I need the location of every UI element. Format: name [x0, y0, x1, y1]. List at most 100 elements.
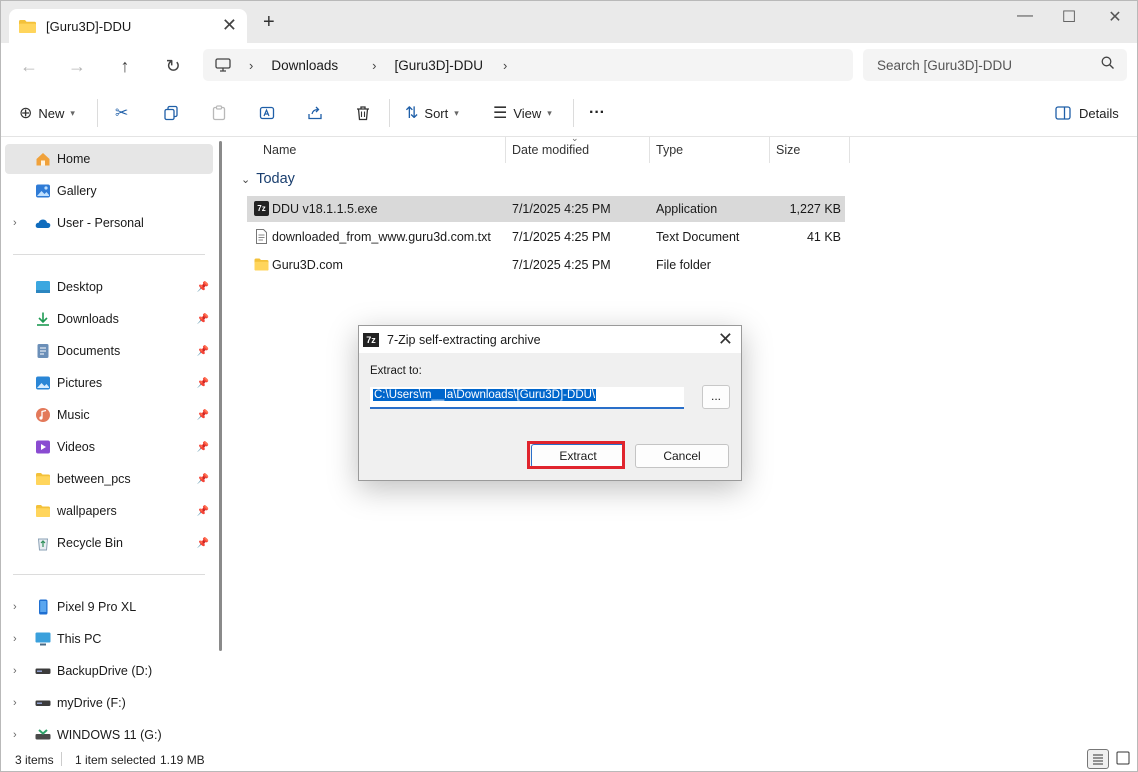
divider: [389, 99, 390, 127]
sidebar-item-between-pcs[interactable]: between_pcs 📌: [5, 464, 213, 494]
sidebar-item-pictures[interactable]: Pictures 📌: [5, 368, 213, 398]
7zip-extract-dialog: 7z 7-Zip self-extracting archive ✕ Extra…: [358, 325, 742, 481]
sidebar-item-onedrive[interactable]: › User - Personal: [5, 208, 213, 238]
pin-icon[interactable]: 📌: [197, 506, 209, 517]
new-button[interactable]: ⊕ New ▾: [19, 101, 75, 125]
pin-icon[interactable]: 📌: [197, 314, 209, 325]
rename-button[interactable]: [259, 101, 275, 125]
pin-icon[interactable]: 📌: [197, 474, 209, 485]
address-bar[interactable]: › Downloads › [Guru3D]-DDU ›: [203, 49, 853, 81]
details-pane-button[interactable]: Details: [1055, 101, 1119, 125]
cut-button[interactable]: ✂: [115, 101, 134, 125]
close-window-button[interactable]: ✕: [1095, 7, 1135, 27]
sidebar-item-windows11[interactable]: › WINDOWS 11 (G:): [5, 720, 213, 750]
extract-to-label: Extract to:: [370, 365, 422, 377]
minimize-button[interactable]: —: [1005, 7, 1045, 25]
divider: [61, 752, 62, 766]
file-date: 7/1/2025 4:25 PM: [512, 258, 611, 272]
home-icon: [36, 153, 50, 166]
paste-button[interactable]: [211, 101, 227, 125]
search-input[interactable]: Search [Guru3D]-DDU: [863, 49, 1127, 81]
refresh-icon[interactable]: ↻: [159, 53, 187, 79]
column-divider[interactable]: [769, 137, 770, 163]
column-divider[interactable]: [849, 137, 850, 163]
pin-icon[interactable]: 📌: [197, 410, 209, 421]
trash-icon: [357, 106, 369, 121]
sidebar-item-label: wallpapers: [57, 504, 117, 518]
maximize-button[interactable]: ☐: [1049, 7, 1089, 27]
sidebar-item-mydrive[interactable]: › myDrive (F:): [5, 688, 213, 718]
dialog-title-bar[interactable]: 7z 7-Zip self-extracting archive ✕: [359, 326, 741, 353]
sidebar-item-downloads[interactable]: Downloads 📌: [5, 304, 213, 334]
selected-count: 1 item selected: [75, 753, 156, 767]
column-header-type[interactable]: Type: [656, 137, 683, 163]
file-type: Text Document: [656, 230, 740, 244]
chevron-right-icon[interactable]: ›: [13, 633, 17, 645]
file-row[interactable]: downloaded_from_www.guru3d.com.txt 7/1/2…: [247, 224, 845, 250]
tab-close-icon[interactable]: ✕: [222, 15, 237, 36]
list-view-icon: [1093, 754, 1103, 765]
pin-icon[interactable]: 📌: [197, 378, 209, 389]
pin-icon[interactable]: 📌: [197, 346, 209, 357]
computer-icon: [35, 632, 51, 646]
extract-path-input[interactable]: C:\Users\m__la\Downloads\[Guru3D]-DDU\: [370, 387, 684, 409]
column-header-name[interactable]: Name: [263, 137, 296, 163]
chevron-right-icon[interactable]: ›: [13, 665, 17, 677]
sidebar-item-videos[interactable]: Videos 📌: [5, 432, 213, 462]
sidebar-item-label: Recycle Bin: [57, 536, 123, 550]
pin-icon[interactable]: 📌: [197, 282, 209, 293]
sidebar-item-documents[interactable]: Documents 📌: [5, 336, 213, 366]
file-row[interactable]: Guru3D.com 7/1/2025 4:25 PM File folder: [247, 252, 845, 278]
chevron-down-icon: ▾: [70, 107, 75, 118]
cancel-button[interactable]: Cancel: [635, 444, 729, 468]
column-divider[interactable]: [505, 137, 506, 163]
pin-icon[interactable]: 📌: [197, 538, 209, 549]
breadcrumb-downloads[interactable]: Downloads: [271, 58, 338, 73]
back-arrow-icon[interactable]: ←: [15, 53, 43, 79]
tiles-view-button[interactable]: [1113, 749, 1135, 769]
delete-button[interactable]: [355, 101, 371, 125]
chevron-right-icon[interactable]: ›: [13, 729, 17, 741]
sidebar-item-home[interactable]: Home: [5, 144, 213, 174]
column-divider[interactable]: [649, 137, 650, 163]
chevron-right-icon[interactable]: ›: [13, 697, 17, 709]
text-file-icon: [256, 229, 267, 244]
desktop-icon: [36, 281, 50, 293]
share-button[interactable]: [307, 101, 323, 125]
details-label: Details: [1079, 105, 1119, 121]
sidebar-item-this-pc[interactable]: › This PC: [5, 624, 213, 654]
details-view-button[interactable]: [1087, 749, 1109, 769]
sidebar-item-wallpapers[interactable]: wallpapers 📌: [5, 496, 213, 526]
more-options-button[interactable]: ···: [589, 101, 605, 125]
browse-button[interactable]: ...: [702, 385, 730, 409]
copy-button[interactable]: [163, 101, 179, 125]
forward-arrow-icon[interactable]: →: [63, 53, 91, 79]
copy-icon: [164, 105, 178, 121]
chevron-down-icon: ▾: [454, 107, 459, 118]
view-label: View: [513, 105, 542, 121]
breadcrumb-current[interactable]: [Guru3D]-DDU: [394, 58, 483, 73]
sidebar-item-pixel[interactable]: › Pixel 9 Pro XL: [5, 592, 213, 622]
up-arrow-icon[interactable]: ↑: [111, 53, 139, 79]
sidebar-item-label: Gallery: [57, 184, 97, 198]
sidebar-item-recycle-bin[interactable]: Recycle Bin 📌: [5, 528, 213, 558]
sidebar-scrollbar[interactable]: [219, 141, 222, 651]
sidebar-item-desktop[interactable]: Desktop 📌: [5, 272, 213, 302]
divider: [13, 574, 205, 575]
column-header-size[interactable]: Size: [776, 137, 800, 163]
explorer-tab[interactable]: [Guru3D]-DDU ✕: [9, 9, 247, 43]
tiles-view-icon: [1116, 751, 1130, 765]
new-tab-button[interactable]: +: [263, 11, 275, 34]
chevron-right-icon[interactable]: ›: [13, 217, 17, 229]
sidebar-item-backup-drive[interactable]: › BackupDrive (D:): [5, 656, 213, 686]
sidebar-item-gallery[interactable]: Gallery: [5, 176, 213, 206]
view-button[interactable]: ☰ View ▾: [493, 101, 552, 125]
group-header-today[interactable]: ⌄ Today: [241, 171, 295, 187]
file-row[interactable]: 7z DDU v18.1.1.5.exe 7/1/2025 4:25 PM Ap…: [247, 196, 845, 222]
sort-button[interactable]: ⇅ Sort ▾: [405, 101, 459, 125]
rename-icon: [259, 106, 275, 120]
chevron-right-icon[interactable]: ›: [13, 601, 17, 613]
dialog-close-icon[interactable]: ✕: [718, 329, 733, 350]
pin-icon[interactable]: 📌: [197, 442, 209, 453]
sidebar-item-music[interactable]: Music 📌: [5, 400, 213, 430]
